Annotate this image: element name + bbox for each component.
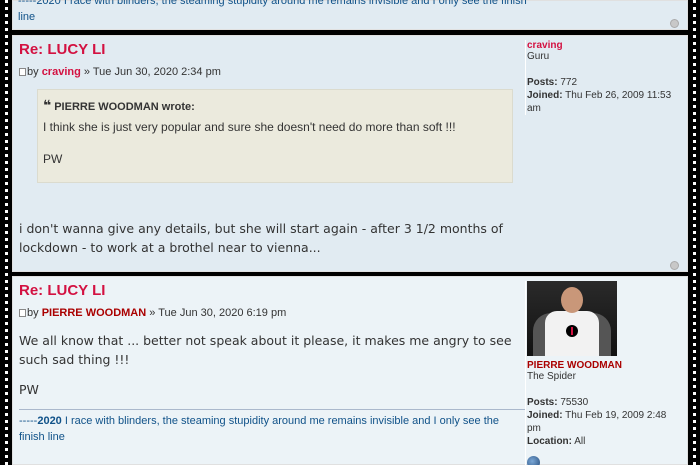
post-date: » Tue Jun 30, 2020 6:19 pm	[149, 307, 287, 319]
post-author-link[interactable]: PIERRE WOODMAN	[42, 307, 147, 319]
post-body: Re: LUCY LI by PIERRE WOODMAN » Tue Jun …	[19, 281, 525, 445]
signature-prefix: -----	[19, 415, 38, 427]
post-icon[interactable]	[19, 68, 26, 76]
profile-rank: Guru	[527, 51, 550, 62]
by-label: by	[27, 307, 39, 319]
post-content: i don't wanna give any details, but she …	[19, 221, 503, 255]
quote-signoff: PW	[43, 152, 63, 166]
signature-text: I race with blinders, the steaming stupi…	[19, 415, 499, 443]
profile-rank: The Spider	[527, 371, 576, 382]
profile-location: Location: All	[527, 435, 677, 448]
quote-author: PIERRE WOODMAN wrote:	[54, 101, 195, 113]
post-previous: -----2020 I race with blinders, the stea…	[12, 0, 688, 30]
quote-mark-icon: ❝	[43, 97, 52, 113]
post-signoff: PW	[19, 382, 39, 397]
profile-posts-count[interactable]: 75530	[560, 397, 588, 408]
film-strip-right	[688, 0, 700, 465]
profile-posts-count[interactable]: 772	[560, 77, 577, 88]
signature-year: 2020	[37, 415, 62, 427]
post-profile: PIERRE WOODMAN The Spider Posts: 75530 J…	[525, 281, 677, 465]
back-to-top-icon[interactable]	[670, 19, 679, 28]
back-to-top-icon[interactable]	[670, 261, 679, 270]
profile-joined: Joined: Thu Feb 26, 2009 11:53 am	[527, 89, 677, 115]
post-meta: by craving » Tue Jun 30, 2020 2:34 pm	[19, 65, 525, 79]
profile-posts-label: Posts:	[527, 77, 558, 88]
post-craving: Re: LUCY LI by craving » Tue Jun 30, 202…	[12, 35, 688, 272]
quote-text: I think she is just very popular and sur…	[43, 120, 456, 134]
website-globe-icon[interactable]	[527, 456, 540, 465]
spider-icon	[566, 325, 578, 337]
profile-location-value: All	[574, 436, 586, 447]
avatar[interactable]	[527, 281, 617, 356]
post-author-link[interactable]: craving	[42, 66, 81, 78]
profile-posts: Posts: 75530	[527, 396, 677, 409]
profile-divider	[525, 40, 526, 115]
post-content: We all know that ... better not speak ab…	[19, 333, 512, 367]
post-body: Re: LUCY LI by craving » Tue Jun 30, 202…	[19, 40, 525, 257]
post-title[interactable]: Re: LUCY LI	[19, 281, 525, 301]
profile-posts-label: Posts:	[527, 397, 558, 408]
post-icon[interactable]	[19, 309, 26, 317]
profile-joined-label: Joined:	[527, 90, 563, 101]
profile-joined-label: Joined:	[527, 410, 563, 421]
profile-location-label: Location:	[527, 436, 572, 447]
post-date: » Tue Jun 30, 2020 2:34 pm	[83, 66, 221, 78]
profile-divider	[525, 281, 526, 465]
post-title[interactable]: Re: LUCY LI	[19, 40, 525, 60]
post-profile: craving Guru Posts: 772 Joined: Thu Feb …	[525, 40, 677, 115]
profile-joined: Joined: Thu Feb 19, 2009 2:48 pm	[527, 409, 677, 435]
profile-posts: Posts: 772	[527, 76, 677, 89]
film-strip-left	[0, 0, 12, 465]
profile-username-link[interactable]: craving	[527, 40, 677, 51]
post-pierre-woodman: Re: LUCY LI by PIERRE WOODMAN » Tue Jun …	[12, 276, 688, 465]
quote-header: ❝ PIERRE WOODMAN wrote:	[43, 97, 507, 114]
profile-username-link[interactable]: PIERRE WOODMAN	[527, 360, 677, 371]
signature-link[interactable]: -----2020 I race with blinders, the stea…	[18, 0, 538, 25]
signature-link[interactable]: -----2020 I race with blinders, the stea…	[19, 409, 525, 445]
avatar-head	[561, 287, 583, 313]
post-meta: by PIERRE WOODMAN » Tue Jun 30, 2020 6:1…	[19, 306, 525, 320]
by-label: by	[27, 66, 39, 78]
quote-block: ❝ PIERRE WOODMAN wrote: I think she is ju…	[37, 89, 513, 183]
